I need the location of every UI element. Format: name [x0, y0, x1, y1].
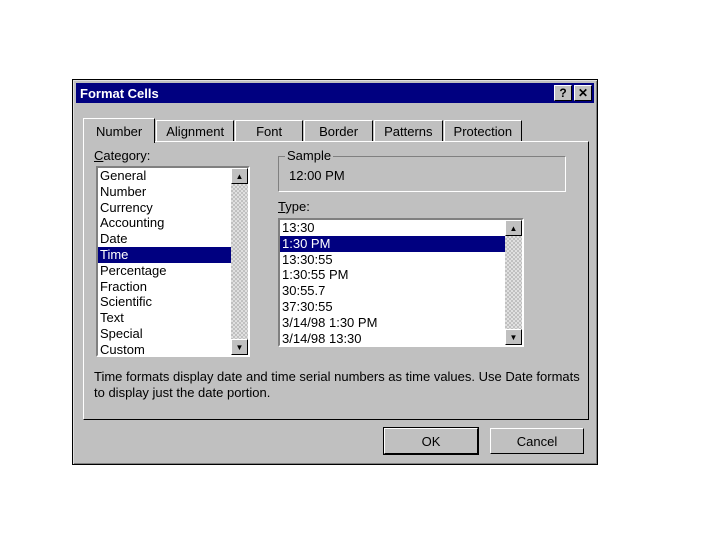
type-list-item[interactable]: 3/14/98 1:30 PM: [280, 315, 522, 331]
tab-protection[interactable]: Protection: [443, 120, 523, 142]
category-list-item[interactable]: Percentage: [98, 263, 248, 279]
scroll-down-arrow-icon[interactable]: ▼: [505, 329, 522, 345]
title-bar: Format Cells ? ✕: [76, 83, 594, 103]
tab-patterns[interactable]: Patterns: [374, 120, 443, 142]
category-list-item[interactable]: Text: [98, 310, 248, 326]
ok-button[interactable]: OK: [383, 427, 479, 455]
help-button[interactable]: ?: [554, 85, 572, 101]
category-list-item[interactable]: Number: [98, 184, 248, 200]
type-list: 13:30 1:30 PM 13:30:55 1:30:55 PM 30:55.7 37:…: [280, 220, 522, 345]
category-scrollbar[interactable]: ▲ ▼: [231, 168, 248, 355]
type-list-item[interactable]: 13:30: [280, 220, 522, 236]
sample-value: 12:00 PM: [289, 168, 345, 183]
category-list-item[interactable]: Accounting: [98, 215, 248, 231]
type-scrollbar[interactable]: ▲ ▼: [505, 220, 522, 345]
tab-alignment[interactable]: Alignment: [156, 120, 235, 142]
close-button[interactable]: ✕: [574, 85, 592, 101]
category-list: General Number Currency Accounting Date Time P…: [98, 168, 248, 355]
scroll-down-arrow-icon[interactable]: ▼: [231, 339, 248, 355]
format-cells-dialog: Format Cells ? ✕ Number Alignment Font B…: [72, 79, 598, 465]
number-tab-panel: Category: General Number Currency Accountin…: [83, 141, 589, 420]
tab-strip: Number Alignment Font Border Patterns Pr…: [83, 118, 523, 143]
type-list-item[interactable]: 13:30:55: [280, 252, 522, 268]
category-list-item[interactable]: Date: [98, 231, 248, 247]
category-label: Category:: [94, 148, 151, 163]
type-listbox[interactable]: 13:30 1:30 PM 13:30:55 1:30:55 PM 30:55.7 37:…: [278, 218, 524, 347]
dialog-title: Format Cells: [80, 85, 159, 101]
scroll-up-arrow-icon[interactable]: ▲: [505, 220, 522, 236]
category-list-item[interactable]: Custom: [98, 342, 248, 355]
scroll-up-arrow-icon[interactable]: ▲: [231, 168, 248, 184]
category-list-item[interactable]: Time: [98, 246, 248, 263]
tab-font[interactable]: Font: [235, 120, 304, 142]
type-list-item[interactable]: 37:30:55: [280, 299, 522, 315]
type-list-item[interactable]: 1:30 PM: [280, 235, 522, 252]
category-list-item[interactable]: General: [98, 168, 248, 184]
sample-label: Sample: [285, 148, 334, 163]
category-listbox[interactable]: General Number Currency Accounting Date Time P…: [96, 166, 250, 357]
type-list-item[interactable]: 3/14/98 13:30: [280, 331, 522, 345]
tab-number[interactable]: Number: [83, 118, 156, 143]
type-list-item[interactable]: 1:30:55 PM: [280, 267, 522, 283]
type-label: Type:: [278, 199, 310, 214]
tab-border[interactable]: Border: [304, 120, 374, 142]
category-list-item[interactable]: Currency: [98, 200, 248, 216]
category-list-item[interactable]: Fraction: [98, 279, 248, 295]
category-list-item[interactable]: Special: [98, 326, 248, 342]
category-list-item[interactable]: Scientific: [98, 294, 248, 310]
type-list-item[interactable]: 30:55.7: [280, 283, 522, 299]
sample-groupbox: Sample 12:00 PM: [278, 148, 566, 192]
format-description: Time formats display date and time seria…: [94, 369, 580, 400]
cancel-button[interactable]: Cancel: [490, 428, 584, 454]
